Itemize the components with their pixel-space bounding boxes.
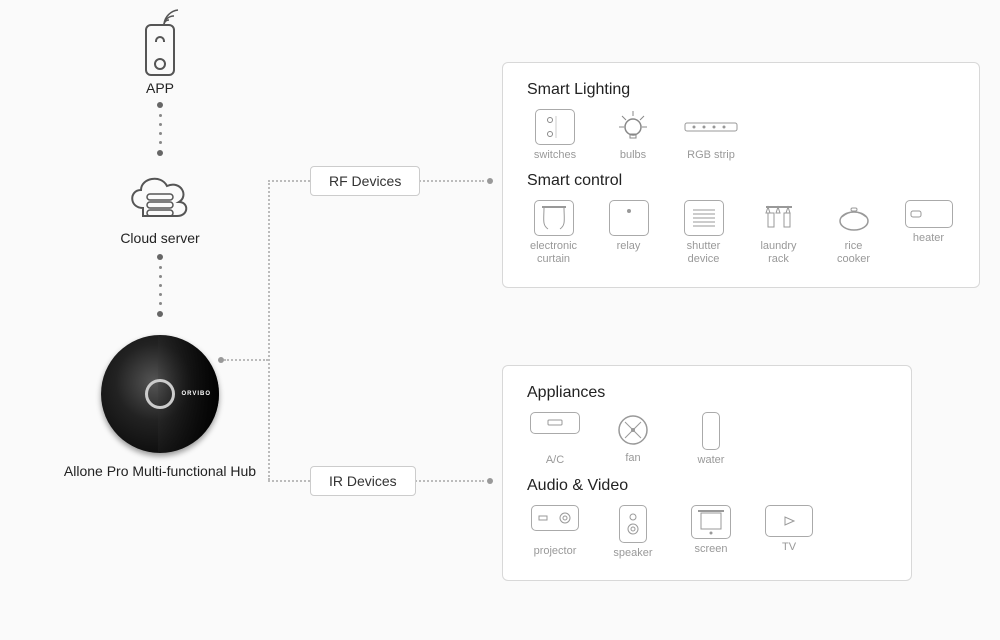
item-label: relay <box>617 240 641 253</box>
item-label: shutter device <box>677 240 730 266</box>
ir-panel: Appliances A/C fan water Audio & Video p… <box>502 365 912 581</box>
smart-control-title: Smart control <box>527 172 955 190</box>
cloud-label: Cloud server <box>120 230 199 246</box>
tv-icon <box>765 505 813 537</box>
connector-line <box>268 480 310 482</box>
projector-icon <box>531 505 579 531</box>
item-rice-cooker: rice cooker <box>827 200 880 266</box>
connector-line <box>412 480 484 482</box>
item-electronic-curtain: electronic curtain <box>527 200 580 266</box>
rf-devices-tag: RF Devices <box>310 166 420 196</box>
audio-video-row: projector speaker screen TV <box>527 505 887 560</box>
app-label: APP <box>146 80 174 96</box>
switches-icon <box>535 109 575 145</box>
connector-line <box>268 180 310 182</box>
item-label: screen <box>694 543 727 556</box>
item-label: RGB strip <box>687 149 735 162</box>
item-label: TV <box>782 541 796 554</box>
appliances-title: Appliances <box>527 384 887 402</box>
laundry-rack-icon <box>759 200 799 236</box>
item-rgb-strip: RGB strip <box>683 109 739 162</box>
relay-icon <box>609 200 649 236</box>
item-laundry-rack: laundry rack <box>752 200 805 266</box>
connector-cloud-hub <box>159 254 161 317</box>
cloud-block: Cloud server <box>120 170 199 246</box>
item-tv: TV <box>761 505 817 560</box>
smart-control-row: electronic curtain relay shutter device … <box>527 200 955 266</box>
item-label: switches <box>534 149 576 162</box>
item-water: water <box>683 412 739 467</box>
rice-cooker-icon <box>834 200 874 236</box>
hub-label: Allone Pro Multi-functional Hub <box>64 463 256 479</box>
item-label: bulbs <box>620 149 646 162</box>
heater-icon <box>905 200 953 228</box>
item-label: A/C <box>546 454 564 467</box>
hub-brand: ORVIBO <box>181 391 211 397</box>
item-label: speaker <box>613 547 652 560</box>
item-screen: screen <box>683 505 739 560</box>
item-label: laundry rack <box>752 240 805 266</box>
speaker-icon <box>619 505 647 543</box>
item-label: electronic curtain <box>527 240 580 266</box>
connector-line <box>268 180 270 480</box>
connector-line <box>224 359 268 361</box>
rgb-strip-icon <box>683 109 739 145</box>
smart-lighting-title: Smart Lighting <box>527 81 955 99</box>
smart-lighting-row: switches bulbs RGB strip <box>527 109 955 162</box>
fan-icon <box>613 412 653 448</box>
connector-dot <box>487 478 493 484</box>
bulb-icon <box>613 109 653 145</box>
item-ac: A/C <box>527 412 583 467</box>
left-column: APP Cloud server ORVIBO Allone Pro Multi… <box>60 8 260 479</box>
item-switches: switches <box>527 109 583 162</box>
hub-block: ORVIBO Allone Pro Multi-functional Hub <box>64 335 256 479</box>
ir-devices-tag: IR Devices <box>310 466 416 496</box>
shutter-icon <box>684 200 724 236</box>
item-label: water <box>698 454 725 467</box>
connector-dot <box>487 178 493 184</box>
connector-line <box>412 180 484 182</box>
appliances-row: A/C fan water <box>527 412 887 467</box>
audio-video-title: Audio & Video <box>527 477 887 495</box>
cloud-icon <box>123 170 197 230</box>
app-block: APP <box>134 8 186 96</box>
item-label: rice cooker <box>827 240 880 266</box>
hub-device-icon: ORVIBO <box>101 335 219 453</box>
item-bulbs: bulbs <box>605 109 661 162</box>
item-speaker: speaker <box>605 505 661 560</box>
ac-icon <box>530 412 580 434</box>
item-shutter-device: shutter device <box>677 200 730 266</box>
item-relay: relay <box>602 200 655 266</box>
connector-app-cloud <box>159 102 161 156</box>
water-icon <box>702 412 720 450</box>
rf-panel: Smart Lighting switches bulbs RGB strip … <box>502 62 980 288</box>
curtain-icon <box>534 200 574 236</box>
phone-icon <box>145 24 175 76</box>
item-label: projector <box>534 545 577 558</box>
item-projector: projector <box>527 505 583 560</box>
screen-icon <box>691 505 731 539</box>
item-label: fan <box>625 452 640 465</box>
item-fan: fan <box>605 412 661 467</box>
item-heater: heater <box>902 200 955 266</box>
item-label: heater <box>913 232 944 245</box>
